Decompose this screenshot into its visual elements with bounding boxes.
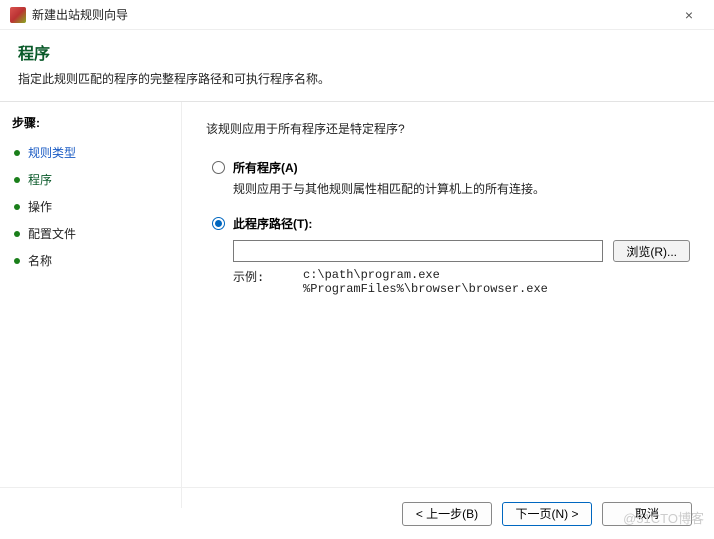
titlebar: 新建出站规则向导 × <box>0 0 714 30</box>
close-button[interactable]: × <box>674 7 704 23</box>
steps-title: 步骤: <box>12 114 169 131</box>
step-rule-type[interactable]: 规则类型 <box>12 139 169 166</box>
radio-this-path[interactable]: 此程序路径(T): <box>212 215 690 232</box>
radio-all-label: 所有程序(A) <box>233 159 298 176</box>
cancel-button[interactable]: 取消 <box>602 502 692 526</box>
radio-all-programs[interactable]: 所有程序(A) <box>212 159 690 176</box>
step-label: 规则类型 <box>28 144 76 161</box>
wizard-content: 该规则应用于所有程序还是特定程序? 所有程序(A) 规则应用于与其他规则属性相匹… <box>182 102 714 508</box>
path-row: 浏览(R)... <box>233 240 690 262</box>
back-button[interactable]: < 上一步(B) <box>402 502 492 526</box>
page-title: 程序 <box>18 40 696 64</box>
step-label: 名称 <box>28 252 52 269</box>
browse-button[interactable]: 浏览(R)... <box>613 240 690 262</box>
bullet-icon <box>14 204 20 210</box>
example-label: 示例: <box>233 268 303 296</box>
steps-sidebar: 步骤: 规则类型 程序 操作 配置文件 名称 <box>0 102 182 508</box>
example-paths: c:\path\program.exe %ProgramFiles%\brows… <box>303 268 548 296</box>
wizard-footer: < 上一步(B) 下一页(N) > 取消 @51CTO博客 <box>0 487 714 539</box>
step-profile[interactable]: 配置文件 <box>12 220 169 247</box>
radio-icon <box>212 217 225 230</box>
next-button[interactable]: 下一页(N) > <box>502 502 592 526</box>
wizard-body: 步骤: 规则类型 程序 操作 配置文件 名称 该规则应用于所有程序还是特定程序?… <box>0 102 714 508</box>
bullet-icon <box>14 231 20 237</box>
step-label: 配置文件 <box>28 225 76 242</box>
content-question: 该规则应用于所有程序还是特定程序? <box>206 120 690 137</box>
program-path-input[interactable] <box>233 240 603 262</box>
radio-icon <box>212 161 225 174</box>
step-label: 操作 <box>28 198 52 215</box>
step-action[interactable]: 操作 <box>12 193 169 220</box>
step-name[interactable]: 名称 <box>12 247 169 274</box>
radio-path-label: 此程序路径(T): <box>233 215 312 232</box>
bullet-icon <box>14 258 20 264</box>
step-label: 程序 <box>28 171 52 188</box>
radio-group: 所有程序(A) 规则应用于与其他规则属性相匹配的计算机上的所有连接。 此程序路径… <box>212 159 690 296</box>
wizard-header: 程序 指定此规则匹配的程序的完整程序路径和可执行程序名称。 <box>0 30 714 101</box>
example-row: 示例: c:\path\program.exe %ProgramFiles%\b… <box>233 268 690 296</box>
app-icon <box>10 7 26 23</box>
bullet-icon <box>14 150 20 156</box>
step-program[interactable]: 程序 <box>12 166 169 193</box>
bullet-icon <box>14 177 20 183</box>
page-description: 指定此规则匹配的程序的完整程序路径和可执行程序名称。 <box>18 70 696 87</box>
radio-all-desc: 规则应用于与其他规则属性相匹配的计算机上的所有连接。 <box>233 180 690 197</box>
window-title: 新建出站规则向导 <box>32 6 674 23</box>
